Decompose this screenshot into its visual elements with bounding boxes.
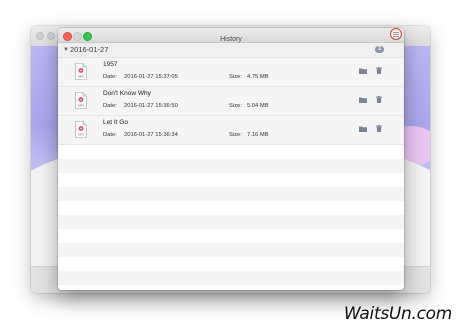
empty-row <box>58 215 404 229</box>
file-type-label: MP3 <box>78 103 84 107</box>
folder-icon[interactable] <box>359 97 367 103</box>
hamburger-menu-icon[interactable] <box>390 28 402 40</box>
watermark-text: WaitsUn.com <box>343 304 452 324</box>
item-size: 5.04 MB <box>247 103 269 109</box>
item-size: 7.16 MB <box>247 132 269 138</box>
history-list: MP3 1957 Date: 2016-01-27 15:37:05 Size:… <box>58 58 404 290</box>
item-name: Don't Know Why <box>103 90 151 97</box>
size-label: Size: <box>229 103 242 109</box>
empty-row <box>58 187 404 201</box>
disclosure-triangle-icon[interactable]: ▼ <box>63 45 69 55</box>
main-window-minimize-button[interactable] <box>47 32 55 40</box>
item-size: 4.75 MB <box>247 74 269 80</box>
size-label: Size: <box>229 132 242 138</box>
empty-row <box>58 243 404 257</box>
file-type-label: MP3 <box>78 74 84 78</box>
date-label: Date: <box>103 132 117 138</box>
date-group-label: 2016-01-27 <box>70 45 109 54</box>
empty-row <box>58 229 404 243</box>
item-date: 2016-01-27 15:36:50 <box>124 103 178 109</box>
history-row[interactable]: MP3 Let It Go Date: 2016-01-27 15:36:34 … <box>58 116 404 145</box>
empty-row <box>58 285 404 290</box>
mp3-file-icon: MP3 <box>75 92 87 109</box>
trash-icon[interactable] <box>376 125 382 132</box>
mp3-file-icon: MP3 <box>75 63 87 80</box>
item-name: Let It Go <box>103 119 128 126</box>
zoom-button[interactable] <box>83 31 92 41</box>
date-label: Date: <box>103 74 117 80</box>
date-label: Date: <box>103 103 117 109</box>
item-count-badge: 3 <box>375 46 384 53</box>
date-group-header[interactable]: ▼ 2016-01-27 3 <box>58 43 404 58</box>
empty-row <box>58 271 404 285</box>
history-titlebar[interactable]: History <box>58 28 404 43</box>
mp3-file-icon: MP3 <box>75 121 87 138</box>
main-window-close-button[interactable] <box>36 32 44 40</box>
empty-row <box>58 257 404 271</box>
history-window: History ▼ 2016-01-27 3 MP3 1957 Date: 20… <box>58 28 404 290</box>
item-date: 2016-01-27 15:36:34 <box>124 132 178 138</box>
empty-row <box>58 201 404 215</box>
size-label: Size: <box>229 74 242 80</box>
close-button[interactable] <box>63 31 72 41</box>
trash-icon[interactable] <box>376 67 382 74</box>
item-date: 2016-01-27 15:37:05 <box>124 74 178 80</box>
empty-row <box>58 159 404 173</box>
trash-icon[interactable] <box>376 96 382 103</box>
empty-row <box>58 145 404 159</box>
history-row[interactable]: MP3 Don't Know Why Date: 2016-01-27 15:3… <box>58 87 404 116</box>
file-type-label: MP3 <box>78 132 84 136</box>
minimize-button[interactable] <box>73 31 82 41</box>
folder-icon[interactable] <box>359 126 367 132</box>
window-title: History <box>220 36 242 43</box>
empty-row <box>58 173 404 187</box>
folder-icon[interactable] <box>359 68 367 74</box>
item-name: 1957 <box>103 61 118 68</box>
history-row[interactable]: MP3 1957 Date: 2016-01-27 15:37:05 Size:… <box>58 58 404 87</box>
